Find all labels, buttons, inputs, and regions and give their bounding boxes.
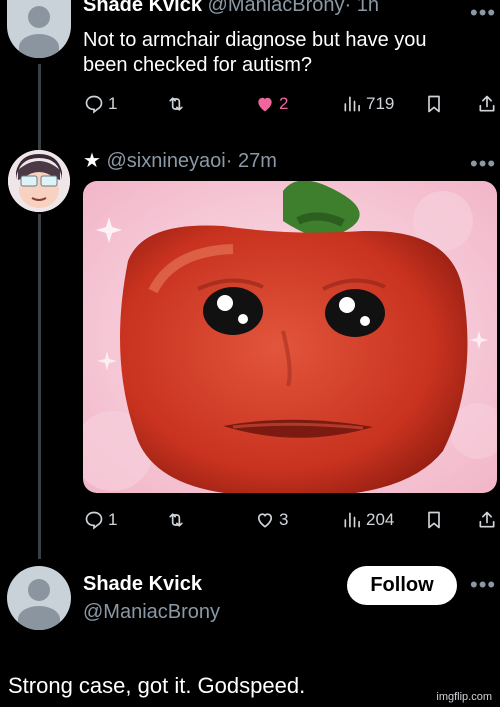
post-text-line: Not to armchair diagnose but have you: [83, 29, 427, 51]
reply-text: Strong case, got it. Godspeed.: [8, 673, 306, 698]
views-button[interactable]: 204: [342, 510, 394, 530]
post-actions: 1 2 719: [0, 94, 500, 118]
heart-icon: [257, 513, 273, 528]
post-time[interactable]: · 27m: [226, 150, 277, 172]
heart-icon: [258, 97, 272, 112]
avatar-illustration: [8, 150, 70, 212]
retweet-icon: [169, 97, 183, 111]
author-handle[interactable]: @ManiacBrony: [208, 0, 345, 16]
post-image[interactable]: [83, 181, 497, 493]
author-name[interactable]: Shade Kvick: [83, 0, 202, 16]
view-count: 719: [366, 94, 395, 113]
post-header: Shade Kvick @ManiacBrony· 1h: [83, 0, 379, 17]
reply-button[interactable]: 1: [84, 94, 117, 114]
post-time[interactable]: · 1h: [345, 0, 379, 16]
reply-count: 1: [108, 94, 118, 113]
like-button[interactable]: 2: [255, 94, 288, 114]
post-header: ★ @sixnineyaoi· 27m: [83, 148, 277, 173]
more-options-icon[interactable]: •••: [470, 2, 496, 24]
author-handle[interactable]: @sixnineyaoi: [107, 150, 226, 172]
reply-icon: [85, 95, 103, 114]
views-icon: [344, 512, 360, 528]
bookmark-icon: [428, 95, 440, 113]
reply-count: 1: [108, 510, 118, 529]
post-actions: 1 3 204: [0, 510, 500, 534]
retweet-button[interactable]: [165, 94, 187, 114]
share-icon: [479, 511, 495, 528]
author-name[interactable]: Shade Kvick: [83, 573, 202, 596]
retweet-button[interactable]: [165, 510, 187, 530]
views-icon: [344, 96, 360, 112]
author-handle[interactable]: @ManiacBrony: [83, 601, 220, 624]
more-options-icon[interactable]: •••: [470, 153, 496, 175]
like-count: 3: [279, 510, 289, 529]
watermark: imgflip.com: [436, 691, 492, 703]
star-badge: ★: [83, 150, 101, 172]
post-text: Not to armchair diagnose but have you be…: [83, 28, 427, 78]
thread-line-middle: [38, 214, 41, 559]
share-icon: [479, 95, 495, 112]
bookmark-icon: [428, 511, 440, 529]
follow-button[interactable]: Follow: [347, 566, 457, 605]
pepper-face-image: [83, 181, 497, 493]
more-options-icon[interactable]: •••: [470, 574, 496, 596]
reply-icon: [85, 511, 103, 530]
views-button[interactable]: 719: [342, 94, 394, 114]
like-count: 2: [279, 94, 289, 113]
avatar[interactable]: [7, 566, 71, 630]
reply-button[interactable]: 1: [84, 510, 117, 530]
share-button[interactable]: [477, 510, 497, 530]
retweet-icon: [169, 513, 183, 527]
share-button[interactable]: [477, 94, 497, 114]
avatar[interactable]: [7, 0, 71, 58]
avatar[interactable]: [8, 150, 70, 212]
post-text-line: been checked for autism?: [83, 54, 313, 76]
bookmark-button[interactable]: [425, 510, 443, 530]
bookmark-button[interactable]: [425, 94, 443, 114]
view-count: 204: [366, 510, 395, 529]
like-button[interactable]: 3: [255, 510, 288, 530]
